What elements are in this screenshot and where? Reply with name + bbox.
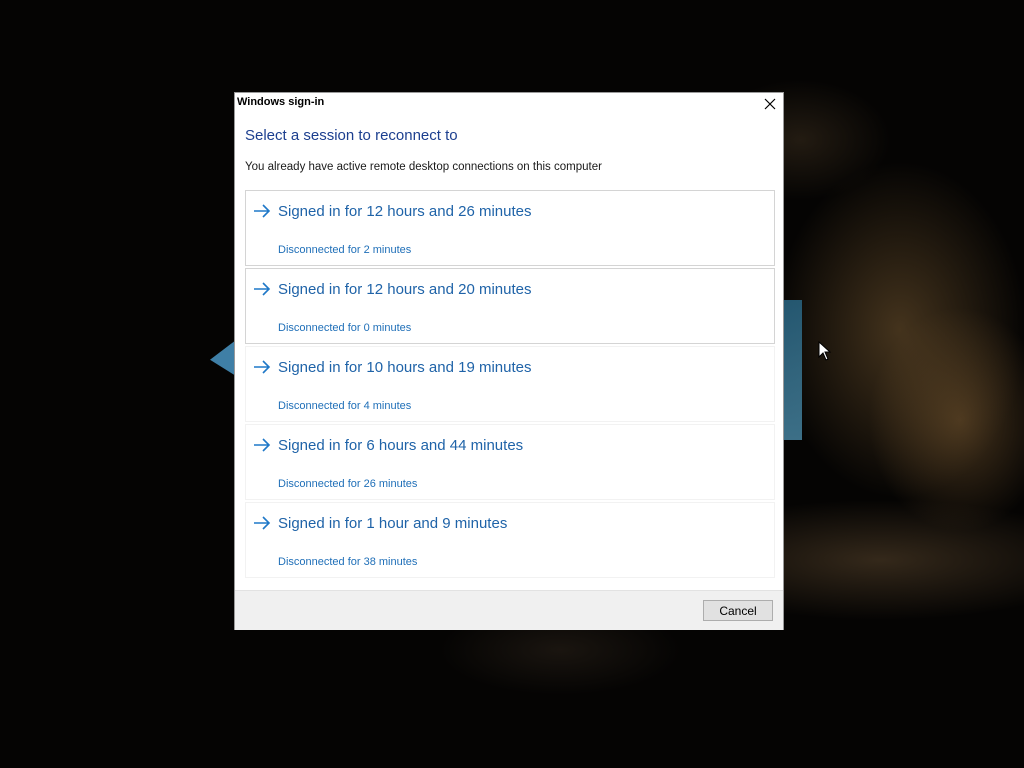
session-disconnected-label: Disconnected for 2 minutes	[278, 244, 412, 256]
arrow-right-icon	[254, 516, 271, 530]
session-disconnected-label: Disconnected for 38 minutes	[278, 556, 418, 568]
session-signed-in-label: Signed in for 12 hours and 20 minutes	[278, 281, 532, 298]
dialog-title: Windows sign-in	[237, 96, 325, 108]
title-bar: Windows sign-in	[235, 93, 783, 115]
close-button[interactable]	[761, 95, 779, 113]
wallpaper-sky-right	[782, 300, 802, 440]
session-signed-in-label: Signed in for 10 hours and 19 minutes	[278, 359, 532, 376]
session-option-1[interactable]: Signed in for 12 hours and 26 minutes Di…	[245, 190, 775, 266]
cancel-button[interactable]: Cancel	[703, 600, 773, 621]
session-disconnected-label: Disconnected for 0 minutes	[278, 322, 412, 334]
dialog-footer: Cancel	[235, 590, 783, 630]
session-disconnected-label: Disconnected for 4 minutes	[278, 400, 412, 412]
windows-sign-in-dialog: Windows sign-in Select a session to reco…	[234, 92, 784, 630]
arrow-right-icon	[254, 438, 271, 452]
close-icon	[764, 98, 776, 110]
session-option-5[interactable]: Signed in for 1 hour and 9 minutes Disco…	[245, 502, 775, 578]
arrow-right-icon	[254, 360, 271, 374]
session-option-2[interactable]: Signed in for 12 hours and 20 minutes Di…	[245, 268, 775, 344]
desktop-background: Windows sign-in Select a session to reco…	[0, 0, 1024, 768]
dialog-heading: Select a session to reconnect to	[245, 127, 458, 144]
dialog-description: You already have active remote desktop c…	[245, 161, 602, 173]
session-disconnected-label: Disconnected for 26 minutes	[278, 478, 418, 490]
session-option-4[interactable]: Signed in for 6 hours and 44 minutes Dis…	[245, 424, 775, 500]
session-signed-in-label: Signed in for 6 hours and 44 minutes	[278, 437, 524, 454]
mouse-pointer-icon	[818, 341, 832, 361]
session-list: Signed in for 12 hours and 26 minutes Di…	[245, 190, 775, 580]
arrow-right-icon	[254, 204, 271, 218]
arrow-right-icon	[254, 282, 271, 296]
session-option-3[interactable]: Signed in for 10 hours and 19 minutes Di…	[245, 346, 775, 422]
session-signed-in-label: Signed in for 12 hours and 26 minutes	[278, 203, 532, 220]
session-signed-in-label: Signed in for 1 hour and 9 minutes	[278, 515, 508, 532]
